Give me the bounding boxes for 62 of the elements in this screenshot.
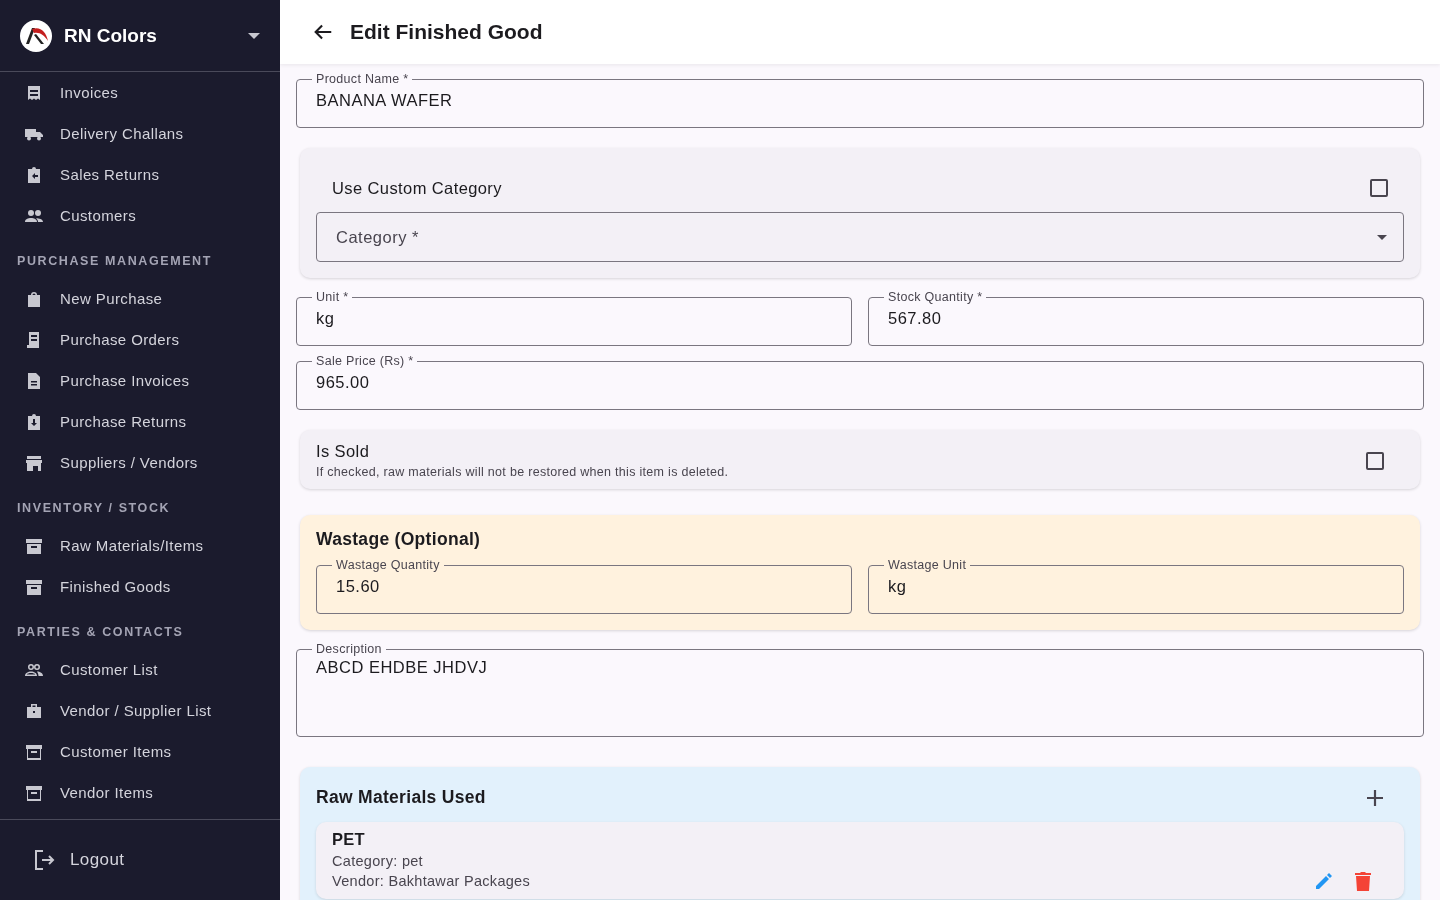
input-field[interactable]: 567.80: [888, 305, 1404, 331]
sidebar-item[interactable]: Customers: [0, 195, 280, 236]
material-vendor: Vendor: Bakhtawar Packages: [332, 872, 531, 891]
sidebar-item[interactable]: Raw Materials/Items: [0, 525, 280, 566]
plus-icon: [1366, 788, 1384, 807]
text-field[interactable]: Product Name * BANANA WAFER: [296, 72, 1424, 128]
sidebar-item[interactable]: Purchase Invoices: [0, 360, 280, 401]
sidebar-item[interactable]: Purchase Returns: [0, 401, 280, 442]
input-field[interactable]: BANANA WAFER: [316, 87, 1404, 113]
checkbox-label: Use Custom Category: [332, 178, 502, 198]
sidebar-item[interactable]: Invoices: [0, 72, 280, 113]
caret-icon[interactable]: [248, 32, 260, 39]
checkbox[interactable]: [1370, 179, 1388, 197]
sidebar-item[interactable]: Customer Items: [0, 731, 280, 772]
sidebar-item[interactable]: Customer List: [0, 649, 280, 690]
text-field[interactable]: Sale Price (Rs) * 965.00: [296, 354, 1424, 410]
page-title: Edit Finished Good: [350, 20, 543, 44]
text-field[interactable]: Wastage Unit kg: [868, 558, 1404, 614]
section-heading: PURCHASE MANAGEMENT: [16, 253, 213, 270]
sidebar-item[interactable]: Vendor / Supplier List: [0, 690, 280, 731]
caret-icon: [1377, 234, 1387, 240]
sidebar-item[interactable]: Delivery Challans: [0, 113, 280, 154]
section-heading: INVENTORY / STOCK: [16, 500, 172, 517]
section-title: Wastage (Optional): [316, 529, 482, 550]
input-field[interactable]: kg: [888, 573, 1384, 599]
logout-icon: [32, 848, 56, 872]
text-area[interactable]: ABCD EHDBE JHDVJ: [316, 658, 1404, 718]
field-label: Wastage Unit: [887, 558, 968, 572]
sidebar-item[interactable]: New Purchase: [0, 278, 280, 319]
checkbox[interactable]: [1366, 451, 1384, 470]
delete-button[interactable]: [1354, 871, 1372, 891]
checkbox-label: Is Sold: [316, 442, 371, 461]
hint-text: If checked, raw materials will not be restored when this item is deleted.: [316, 465, 729, 479]
sidebar-item[interactable]: Purchase Orders: [0, 319, 280, 360]
text-field[interactable]: Stock Quantity * 567.80: [868, 290, 1424, 346]
text-area-field[interactable]: Description ABCD EHDBE JHDVJ: [296, 642, 1424, 737]
sidebar-item[interactable]: Sales Returns: [0, 154, 280, 195]
material-name: PET: [332, 830, 366, 849]
logo-icon: [20, 19, 52, 52]
field-label: Product Name *: [315, 72, 410, 86]
input-field[interactable]: 15.60: [336, 573, 832, 599]
field-label: Stock Quantity *: [887, 290, 984, 304]
input-field[interactable]: 965.00: [316, 369, 1404, 395]
sidebar-item[interactable]: Suppliers / Vendors: [0, 442, 280, 483]
section-title: Raw Materials Used: [316, 787, 486, 808]
brand-name: RN Colors: [64, 24, 158, 47]
field-label: Description: [315, 642, 383, 656]
material-category: Category: pet: [332, 852, 424, 871]
text-field[interactable]: Unit * kg: [296, 290, 852, 346]
input-field[interactable]: kg: [316, 305, 832, 331]
logout-button[interactable]: Logout: [32, 848, 125, 872]
field-label: Sale Price (Rs) *: [315, 354, 415, 368]
field-label: Unit *: [315, 290, 350, 304]
trash-icon: [1354, 871, 1372, 891]
edit-button[interactable]: [1314, 871, 1334, 891]
pencil-icon: [1314, 871, 1334, 891]
select-field[interactable]: Category *: [316, 212, 1404, 262]
text-field[interactable]: Wastage Quantity 15.60: [316, 558, 852, 614]
section-heading: PARTIES & CONTACTS: [16, 624, 185, 641]
sidebar-item[interactable]: Finished Goods: [0, 566, 280, 607]
field-label: Wastage Quantity: [335, 558, 441, 572]
sidebar-item[interactable]: Vendor Items: [0, 772, 280, 813]
